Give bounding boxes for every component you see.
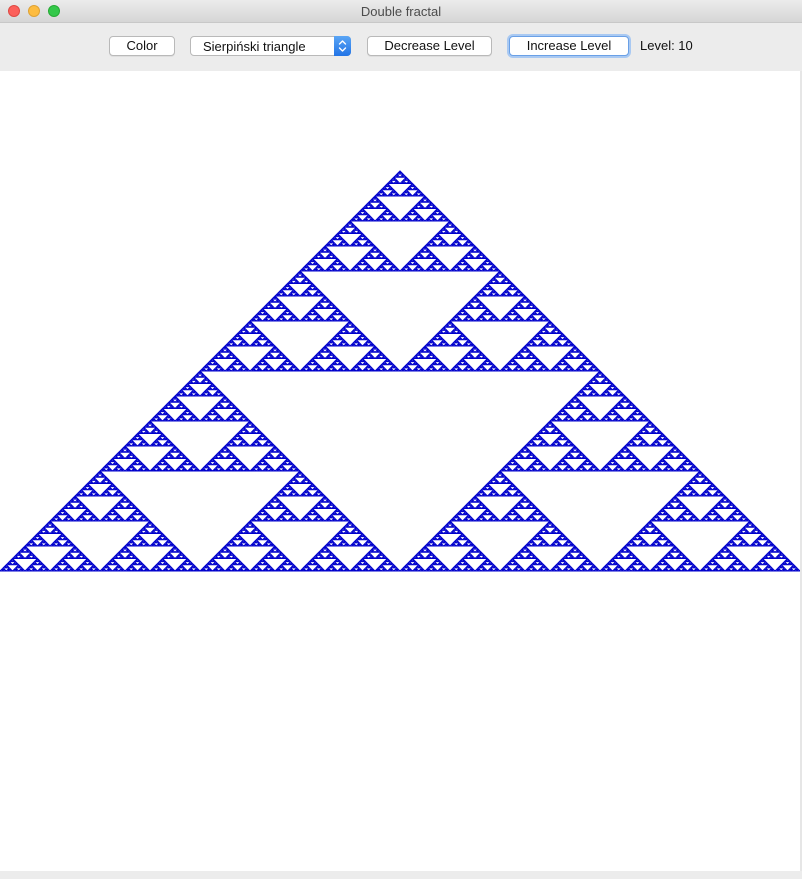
- window-title: Double fractal: [360, 4, 442, 19]
- level-indicator: Level: 10: [640, 38, 693, 53]
- decrease-level-button[interactable]: Decrease Level: [367, 36, 492, 56]
- select-chevron-updown-icon: [334, 36, 351, 56]
- sierpinski-triangle-path: [0, 170, 802, 572]
- fractal-type-select-value: Sierpiński triangle: [203, 39, 306, 54]
- fractal-type-select[interactable]: Sierpiński triangle: [190, 36, 351, 56]
- app-window: Double fractal Color Sierpiński triangle…: [0, 0, 802, 879]
- title-bar: Double fractal: [0, 0, 802, 23]
- color-button[interactable]: Color: [109, 36, 175, 56]
- increase-level-button[interactable]: Increase Level: [509, 36, 629, 56]
- sierpinski-triangle: [0, 170, 802, 572]
- toolbar: Color Sierpiński triangle Decrease Level…: [0, 23, 802, 71]
- fractal-canvas: [0, 71, 802, 871]
